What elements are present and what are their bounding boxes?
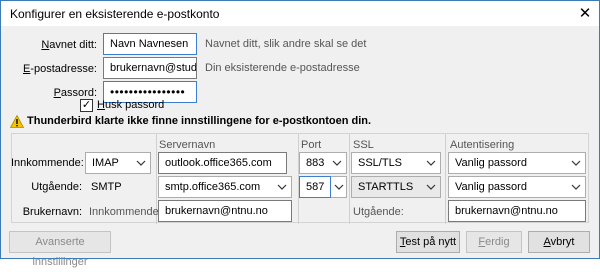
incoming-label: Innkommende: (11, 157, 84, 169)
incoming-server-input[interactable]: outlook.office365.com (158, 152, 287, 174)
email-label: E-postadresse: (23, 63, 97, 75)
warning-icon (10, 115, 24, 128)
header-server: Servernavn (159, 139, 216, 151)
name-label: Navnet ditt: (41, 39, 97, 51)
title-bar: Konfigurer en eksisterende e-postkonto ✕ (1, 1, 599, 26)
column-separator (349, 134, 350, 224)
cancel-button[interactable]: Avbryt (528, 231, 590, 253)
chevron-down-icon (334, 184, 344, 190)
password-label: Passord: (53, 87, 97, 99)
advanced-settings-button[interactable]: Avanserte innstillinger (9, 231, 111, 268)
done-button[interactable]: Ferdig (466, 231, 522, 253)
chevron-down-icon (426, 160, 436, 166)
outgoing-auth-select[interactable]: Vanlig passord (448, 176, 586, 198)
outgoing-server-value: smtp.office365.com (165, 181, 261, 193)
outgoing-auth-value: Vanlig passord (455, 181, 527, 193)
column-separator (445, 134, 446, 224)
chevron-down-icon (332, 160, 342, 166)
header-ssl: SSL (353, 139, 374, 151)
outgoing-port-dropdown[interactable] (331, 176, 347, 198)
chevron-down-icon (571, 184, 581, 190)
chevron-down-icon (571, 160, 581, 166)
outgoing-ssl-select[interactable]: STARTTLS (351, 176, 441, 198)
incoming-auth-value: Vanlig passord (455, 157, 527, 169)
incoming-auth-select[interactable]: Vanlig passord (448, 152, 586, 174)
incoming-port-value: 883 (306, 157, 325, 169)
header-port: Port (301, 139, 322, 151)
name-hint: Navnet ditt, slik andre skal se det (205, 38, 367, 50)
incoming-port-combo[interactable]: 883 (299, 152, 347, 174)
retest-button[interactable]: Test på nytt (396, 231, 460, 253)
remember-password-label: Husk passord (97, 99, 165, 111)
remember-password-checkbox[interactable]: ✓ (80, 99, 93, 112)
username-incoming-input[interactable]: brukernavn@ntnu.no (158, 200, 292, 222)
name-input[interactable]: Navn Navnesen (103, 33, 197, 55)
username-outgoing-label: Utgående: (353, 206, 404, 218)
email-hint: Din eksisterende e-postadresse (205, 62, 360, 74)
close-icon[interactable]: ✕ (577, 5, 593, 21)
username-incoming-label: Innkommende: (89, 206, 162, 218)
outgoing-protocol: SMTP (91, 181, 122, 193)
warning-message: Thunderbird klarte ikke finne innstillin… (27, 115, 372, 127)
outgoing-port-input[interactable]: 587 (299, 176, 331, 198)
username-outgoing-input[interactable]: brukernavn@ntnu.no (448, 200, 586, 222)
chevron-down-icon (277, 184, 287, 190)
incoming-ssl-select[interactable]: SSL/TLS (351, 152, 441, 174)
chevron-down-icon (136, 160, 146, 166)
outgoing-server-combo[interactable]: smtp.office365.com (158, 176, 292, 198)
incoming-ssl-value: SSL/TLS (358, 157, 403, 169)
window-title: Konfigurer en eksisterende e-postkonto (10, 7, 220, 21)
outgoing-label: Utgående: (31, 181, 82, 193)
outgoing-ssl-value: STARTTLS (358, 181, 414, 193)
account-setup-dialog: Konfigurer en eksisterende e-postkonto ✕… (0, 0, 600, 268)
incoming-protocol-value: IMAP (92, 157, 119, 169)
email-input[interactable]: brukernavn@stud.ntnu.no (103, 57, 197, 79)
incoming-protocol-select[interactable]: IMAP (85, 152, 151, 174)
header-auth: Autentisering (450, 139, 515, 151)
username-label: Brukernavn: (22, 206, 82, 218)
chevron-down-icon (426, 184, 436, 190)
